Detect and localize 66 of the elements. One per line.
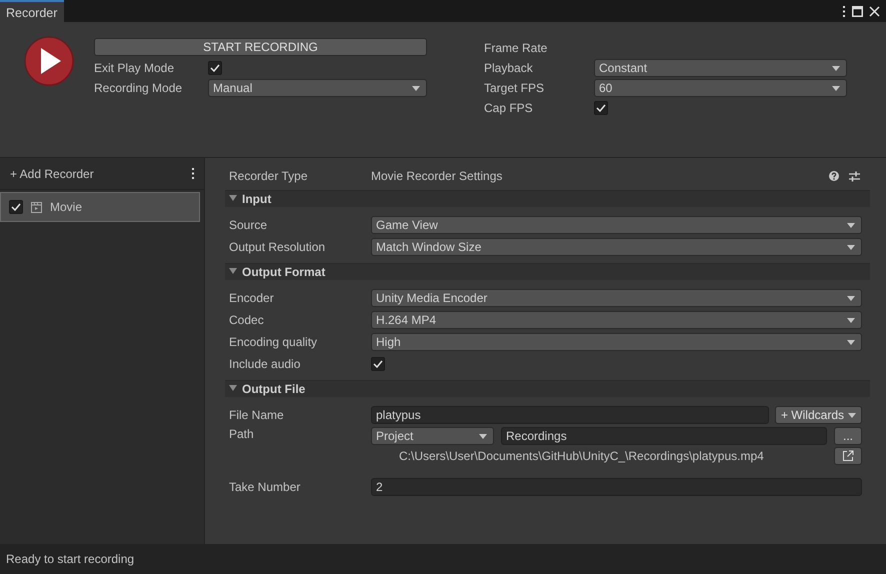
field-label: Recording Mode: [94, 80, 184, 97]
field-label: Cap FPS: [483, 100, 534, 117]
field-value: Movie Recorder Settings: [371, 169, 502, 183]
checkbox[interactable]: [208, 61, 222, 75]
sliders-icon: [849, 170, 860, 182]
field-label: Recorder Type: [229, 169, 308, 183]
foldout-icon: [229, 268, 237, 276]
foldout-icon: [229, 385, 237, 393]
help-icon: [829, 171, 839, 181]
start-recording-button[interactable]: START RECORDING: [94, 38, 427, 56]
caret-icon: [847, 318, 855, 322]
field-label: Playback: [483, 60, 534, 77]
dropdown[interactable]: Constant: [594, 59, 847, 77]
dropdown[interactable]: Game View: [371, 216, 862, 234]
dropdown[interactable]: H.264 MP4: [371, 311, 862, 329]
field-label: Include audio: [229, 357, 302, 371]
open-folder-button[interactable]: [834, 447, 862, 465]
caret-icon: [832, 86, 840, 90]
group-title: Frame Rate: [483, 40, 548, 57]
caret-icon: [848, 412, 856, 418]
field-label: Encoding quality: [229, 335, 318, 349]
field-label: File Name: [229, 408, 285, 422]
dropdown[interactable]: Project: [371, 427, 494, 445]
close-icon: [869, 6, 880, 16]
more-icon: [842, 6, 846, 16]
foldout-icon: [229, 195, 237, 203]
recorder-item[interactable]: Movie: [0, 192, 200, 222]
external-link-icon: [842, 450, 854, 462]
dropdown[interactable]: Match Window Size: [371, 238, 862, 256]
movie-clip-icon: [31, 201, 42, 213]
dropdown[interactable]: Manual: [208, 79, 427, 97]
field-label: Codec: [229, 313, 265, 327]
field-label: Output Resolution: [229, 240, 326, 254]
caret-icon: [847, 296, 855, 300]
section-header[interactable]: Output Format: [225, 263, 870, 280]
field-label: Exit Play Mode: [94, 60, 176, 77]
caret-icon: [412, 86, 420, 90]
window-tab[interactable]: Recorder: [0, 0, 64, 22]
field-label: Target FPS: [483, 80, 546, 97]
browse-button[interactable]: ...: [834, 427, 862, 445]
caret-icon: [832, 66, 840, 70]
dropdown[interactable]: 60: [594, 79, 847, 97]
output-path: C:\Users\User\Documents\GitHub\UnityC_\Recordings\platypus.mp4: [398, 449, 765, 463]
text-field[interactable]: 2: [371, 478, 862, 496]
section-header[interactable]: Input: [225, 190, 870, 207]
text-field[interactable]: Recordings: [501, 427, 827, 445]
add-recorder-button[interactable]: + Add Recorder: [10, 166, 94, 180]
checkbox[interactable]: [9, 200, 23, 214]
dropdown[interactable]: High: [371, 333, 862, 351]
field-label: Path: [229, 427, 255, 441]
status-text: Ready to start recording: [6, 552, 134, 566]
maximize-icon: [852, 6, 863, 16]
field-label: Source: [229, 218, 268, 232]
section-header[interactable]: Output File: [225, 380, 870, 397]
caret-icon: [479, 434, 487, 438]
field-label: Take Number: [229, 480, 302, 494]
wildcards-button[interactable]: + Wildcards: [774, 406, 862, 424]
field-label: Encoder: [229, 291, 275, 305]
checkbox[interactable]: [594, 101, 608, 115]
dropdown[interactable]: Unity Media Encoder: [371, 289, 862, 307]
record-play-icon: [24, 36, 74, 86]
caret-icon: [847, 222, 855, 228]
caret-icon: [847, 340, 855, 344]
checkbox[interactable]: [371, 357, 385, 371]
text-field[interactable]: platypus: [371, 406, 769, 424]
caret-icon: [847, 244, 855, 250]
